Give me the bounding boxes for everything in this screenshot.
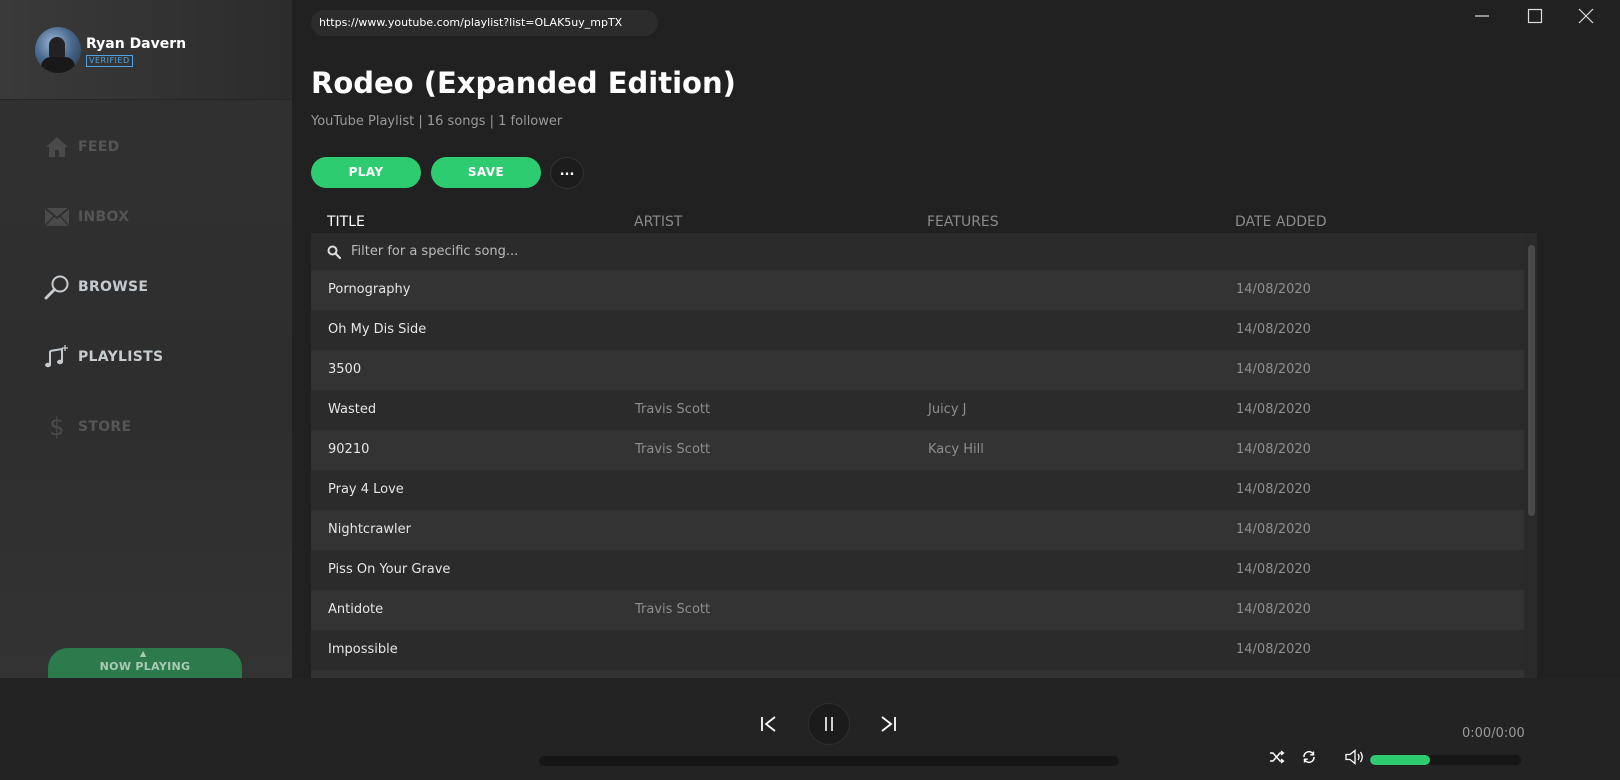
user-profile[interactable]: Ryan Davern VERIFIED xyxy=(0,0,292,100)
column-header-artist[interactable]: ARTIST xyxy=(634,214,682,230)
song-title: Wasted xyxy=(328,402,377,417)
song-title: Oh My Dis Side xyxy=(328,322,427,337)
song-features: Juicy J xyxy=(928,402,967,417)
maximize-icon xyxy=(1527,8,1543,24)
table-row[interactable]: Impossible 14/08/2020 xyxy=(311,630,1524,670)
app-window: Ryan Davern VERIFIED FEED INBOX BROWSE P… xyxy=(0,0,1620,780)
table-row[interactable]: Oh My Dis Side 14/08/2020 xyxy=(311,310,1524,350)
music-note-icon xyxy=(44,344,70,370)
sidebar: Ryan Davern VERIFIED FEED INBOX BROWSE P… xyxy=(0,0,292,688)
song-date-added: 14/08/2020 xyxy=(1236,562,1311,577)
song-date-added: 14/08/2020 xyxy=(1236,402,1311,417)
sidebar-item-label: STORE xyxy=(78,419,132,435)
repeat-button[interactable] xyxy=(1299,747,1319,767)
song-title: Impossible xyxy=(328,642,398,657)
verified-badge: VERIFIED xyxy=(86,55,133,67)
volume-button[interactable] xyxy=(1344,747,1366,767)
search-icon xyxy=(44,274,70,300)
sidebar-item-label: FEED xyxy=(78,139,120,155)
song-date-added: 14/08/2020 xyxy=(1236,282,1311,297)
table-row[interactable]: Pray 4 Love 14/08/2020 xyxy=(311,470,1524,510)
song-artist: Travis Scott xyxy=(635,602,711,617)
minimize-icon xyxy=(1475,15,1489,17)
table-row[interactable] xyxy=(311,670,1524,678)
sidebar-item-label: INBOX xyxy=(78,209,130,225)
column-header-title[interactable]: TITLE xyxy=(327,214,365,230)
song-date-added: 14/08/2020 xyxy=(1236,322,1311,337)
song-title: Pray 4 Love xyxy=(328,482,404,497)
volume-fill xyxy=(1370,755,1431,765)
mail-icon xyxy=(44,204,70,230)
avatar[interactable] xyxy=(35,27,81,73)
now-playing-label: NOW PLAYING xyxy=(99,660,191,673)
minimize-button[interactable] xyxy=(1462,4,1502,28)
username: Ryan Davern xyxy=(86,36,187,52)
song-title: 3500 xyxy=(328,362,362,377)
home-icon xyxy=(44,134,70,160)
url-field[interactable]: https://www.youtube.com/playlist?list=OL… xyxy=(311,10,658,36)
shuffle-button[interactable] xyxy=(1267,747,1287,767)
filter-bar xyxy=(311,233,1524,270)
sidebar-item-browse[interactable]: BROWSE xyxy=(44,270,148,304)
song-table: Pornography 14/08/2020 Oh My Dis Side 14/0… xyxy=(311,233,1537,678)
skip-previous-icon xyxy=(761,716,776,732)
table-row[interactable]: Piss On Your Grave 14/08/2020 xyxy=(311,550,1524,590)
table-row[interactable]: Antidote Travis Scott 14/08/2020 xyxy=(311,590,1524,630)
volume-slider[interactable] xyxy=(1370,755,1521,765)
column-header-features[interactable]: FEATURES xyxy=(927,214,999,230)
sidebar-item-label: BROWSE xyxy=(78,279,149,295)
song-date-added: 14/08/2020 xyxy=(1236,602,1311,617)
time-display: 0:00/0:00 xyxy=(1462,726,1525,741)
close-button[interactable] xyxy=(1566,4,1606,28)
scrollbar-thumb[interactable] xyxy=(1528,245,1535,516)
song-title: 90210 xyxy=(328,442,370,457)
sidebar-item-store[interactable]: $ STORE xyxy=(44,410,131,444)
song-title: Nightcrawler xyxy=(328,522,411,537)
progress-bar[interactable] xyxy=(539,756,1119,766)
table-row[interactable]: Wasted Travis Scott Juicy J 14/08/2020 xyxy=(311,390,1524,430)
player-bar: 0:00/0:00 xyxy=(0,678,1620,780)
song-date-added: 14/08/2020 xyxy=(1236,442,1311,457)
volume-icon xyxy=(1345,749,1363,765)
save-button[interactable]: SAVE xyxy=(431,157,541,188)
close-icon xyxy=(1578,8,1594,24)
sidebar-item-feed[interactable]: FEED xyxy=(44,130,120,164)
table-row[interactable]: 3500 14/08/2020 xyxy=(311,350,1524,390)
dollar-icon: $ xyxy=(49,413,65,441)
filter-input[interactable] xyxy=(351,244,951,259)
previous-button[interactable] xyxy=(756,711,782,737)
playlist-subtitle: YouTube Playlist | 16 songs | 1 follower xyxy=(311,114,563,129)
song-features: Kacy Hill xyxy=(928,442,984,457)
table-row[interactable]: 90210 Travis Scott Kacy Hill 14/08/2020 xyxy=(311,430,1524,470)
play-button[interactable]: PLAY xyxy=(311,157,421,188)
song-artist: Travis Scott xyxy=(635,442,711,457)
pause-icon xyxy=(825,717,833,731)
next-button[interactable] xyxy=(875,711,901,737)
shuffle-icon xyxy=(1270,750,1285,764)
sidebar-item-inbox[interactable]: INBOX xyxy=(44,200,129,234)
sidebar-item-playlists[interactable]: PLAYLISTS xyxy=(44,340,163,374)
maximize-button[interactable] xyxy=(1515,4,1555,28)
skip-next-icon xyxy=(881,716,896,732)
column-header-date-added[interactable]: DATE ADDED xyxy=(1235,214,1327,230)
playlist-title: Rodeo (Expanded Edition) xyxy=(311,66,736,100)
repeat-icon xyxy=(1303,750,1315,764)
sidebar-item-label: PLAYLISTS xyxy=(78,349,164,365)
song-list: Pornography 14/08/2020 Oh My Dis Side 14/0… xyxy=(311,270,1524,678)
search-icon xyxy=(327,245,341,259)
table-row[interactable]: Nightcrawler 14/08/2020 xyxy=(311,510,1524,550)
song-date-added: 14/08/2020 xyxy=(1236,642,1311,657)
pause-button[interactable] xyxy=(808,703,850,745)
more-options-button[interactable]: ... xyxy=(550,157,584,189)
scrollbar[interactable] xyxy=(1524,233,1537,678)
song-date-added: 14/08/2020 xyxy=(1236,362,1311,377)
song-date-added: 14/08/2020 xyxy=(1236,482,1311,497)
caret-up-icon: ▲ xyxy=(140,649,147,658)
table-row[interactable]: Pornography 14/08/2020 xyxy=(311,270,1524,310)
song-title: Pornography xyxy=(328,282,411,297)
song-date-added: 14/08/2020 xyxy=(1236,522,1311,537)
song-title: Antidote xyxy=(328,602,384,617)
song-artist: Travis Scott xyxy=(635,402,711,417)
song-title: Piss On Your Grave xyxy=(328,562,451,577)
